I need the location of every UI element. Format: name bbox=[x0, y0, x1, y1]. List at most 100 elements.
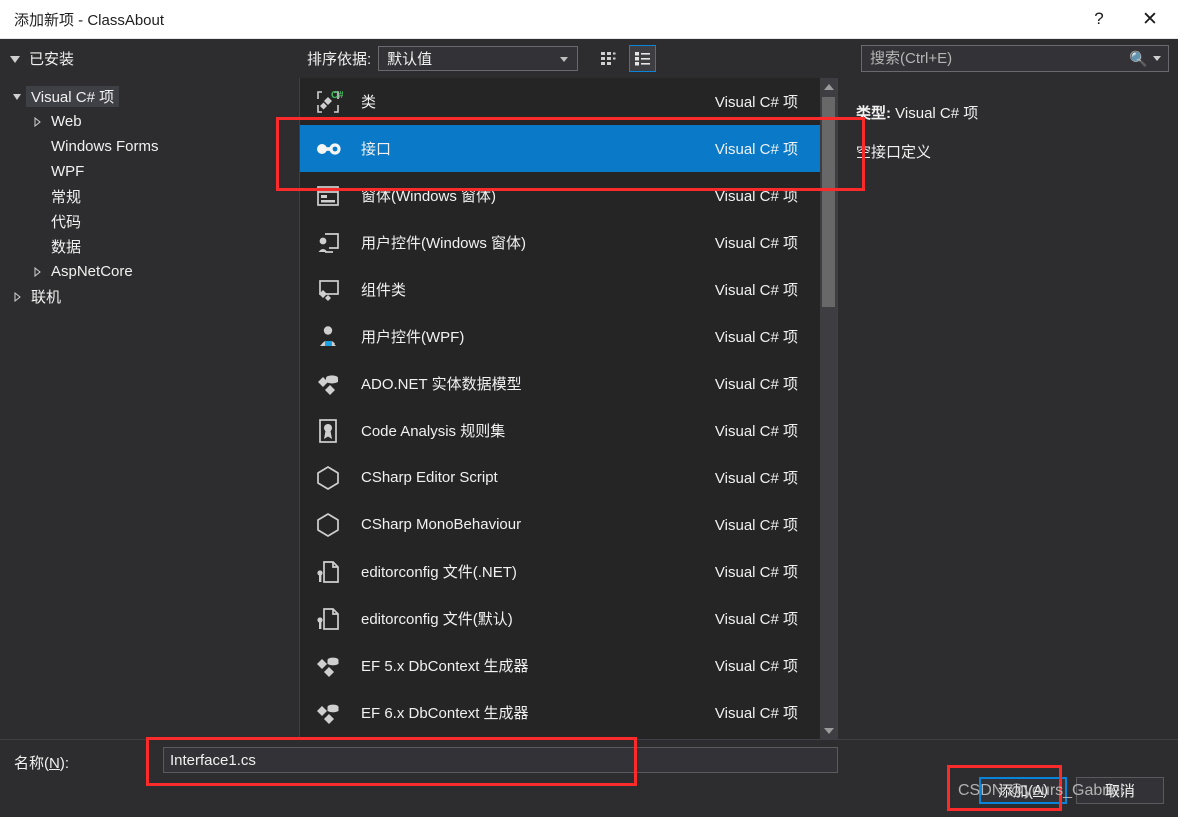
search-box[interactable]: 🔍 bbox=[861, 45, 1169, 72]
expander-collapsed-icon[interactable] bbox=[8, 291, 26, 302]
sort-by-label: 排序依据: bbox=[307, 51, 372, 68]
template-item-kind: Visual C# 项 bbox=[714, 658, 798, 675]
grid-view-button[interactable] bbox=[595, 45, 622, 72]
user-control-wpf-icon bbox=[310, 321, 346, 353]
tree-node[interactable]: 联机 bbox=[0, 284, 299, 309]
tree-node[interactable]: Web bbox=[0, 109, 299, 134]
caret-down-icon bbox=[823, 727, 834, 734]
template-item-kind: Visual C# 项 bbox=[714, 329, 798, 346]
template-list-item[interactable]: CSharp MonoBehaviour Visual C# 项 bbox=[300, 501, 820, 548]
view-toggle-group bbox=[595, 45, 657, 72]
template-item-name: ADO.NET 实体数据模型 bbox=[361, 376, 522, 393]
details-panel: 类型: Visual C# 项 空接口定义 bbox=[838, 78, 1178, 739]
template-item-kind: Visual C# 项 bbox=[714, 470, 798, 487]
interface-icon bbox=[310, 133, 346, 165]
template-list-item[interactable]: ADO.NET 实体数据模型 Visual C# 项 bbox=[300, 360, 820, 407]
search-icon[interactable]: 🔍 bbox=[1127, 50, 1151, 68]
chevron-down-icon[interactable] bbox=[1153, 56, 1161, 61]
template-item-name: 接口 bbox=[361, 141, 392, 158]
dialog-body: Visual C# 项 Web Windows Forms WPF 常规 代码 数据 AspN… bbox=[0, 78, 1178, 739]
tree-node-label: Windows Forms bbox=[51, 138, 159, 155]
template-item-kind: Visual C# 项 bbox=[714, 611, 798, 628]
search-input[interactable] bbox=[862, 50, 1128, 67]
tree-node[interactable]: Visual C# 项 bbox=[0, 84, 299, 109]
template-list-item[interactable]: editorconfig 文件(.NET) Visual C# 项 bbox=[300, 548, 820, 595]
dialog-title: 添加新项 - ClassAbout bbox=[14, 11, 165, 29]
template-list-item[interactable]: editorconfig 文件(默认) Visual C# 项 bbox=[300, 595, 820, 642]
scroll-down-button[interactable] bbox=[820, 722, 837, 739]
template-list-panel: C# 类 Visual C# 项接口 Visual C# 项窗体(Windows 窗体… bbox=[300, 78, 838, 739]
tree-node[interactable]: AspNetCore bbox=[0, 259, 299, 284]
template-list-item[interactable]: 用户控件(WPF) Visual C# 项 bbox=[300, 313, 820, 360]
template-list-item[interactable]: EF 5.x DbContext 生成器 Visual C# 项 bbox=[300, 642, 820, 689]
add-button-suffix: ) bbox=[1043, 782, 1048, 799]
class-csharp-icon: C# bbox=[310, 86, 346, 118]
caret-up-icon bbox=[823, 83, 834, 90]
template-item-name: 用户控件(WPF) bbox=[361, 329, 465, 346]
template-list-item[interactable]: EF 6.x DbContext 生成器 Visual C# 项 bbox=[300, 689, 820, 736]
template-list-item[interactable]: C# 类 Visual C# 项 bbox=[300, 78, 820, 125]
template-item-kind: Visual C# 项 bbox=[714, 94, 798, 111]
template-item-kind: Visual C# 项 bbox=[714, 705, 798, 722]
grid-view-icon bbox=[601, 52, 616, 65]
list-scrollbar[interactable] bbox=[820, 78, 837, 739]
expander-collapsed-icon[interactable] bbox=[28, 116, 46, 127]
details-type-value: Visual C# 项 bbox=[895, 105, 979, 122]
toolbar: 已安装 排序依据: 默认值 搜索(Ctrl+E) 🔍 bbox=[0, 39, 1178, 78]
installed-header[interactable]: 已安装 bbox=[0, 48, 300, 69]
template-list-item[interactable]: Code Analysis 规则集 Visual C# 项 bbox=[300, 407, 820, 454]
tree-node[interactable]: 代码 bbox=[0, 209, 299, 234]
cancel-button[interactable]: 取消 bbox=[1076, 777, 1164, 804]
cube-icon bbox=[310, 462, 346, 494]
template-item-name: editorconfig 文件(.NET) bbox=[361, 564, 517, 581]
template-item-kind: Visual C# 项 bbox=[714, 376, 798, 393]
tree-node-label: Visual C# 项 bbox=[26, 86, 120, 107]
windows-form-icon bbox=[310, 180, 346, 212]
close-button[interactable]: ✕ bbox=[1122, 0, 1178, 39]
template-list: C# 类 Visual C# 项接口 Visual C# 项窗体(Windows 窗体… bbox=[300, 78, 820, 739]
name-label: 名称(N): bbox=[14, 752, 69, 773]
template-list-item[interactable]: 组件类 Visual C# 项 bbox=[300, 266, 820, 313]
template-list-item[interactable]: 接口 Visual C# 项 bbox=[300, 125, 820, 172]
template-item-name: EF 6.x DbContext 生成器 bbox=[361, 705, 529, 722]
template-item-name: Code Analysis 规则集 bbox=[361, 423, 506, 440]
details-type-line: 类型: Visual C# 项 bbox=[856, 102, 1160, 123]
template-item-name: 用户控件(Windows 窗体) bbox=[361, 235, 527, 252]
tree-node[interactable]: WPF bbox=[0, 159, 299, 184]
template-item-name: 窗体(Windows 窗体) bbox=[361, 188, 497, 205]
tree-node-label: WPF bbox=[51, 163, 85, 180]
sort-by-dropdown[interactable]: 默认值 bbox=[378, 46, 579, 71]
tree-node-label: 联机 bbox=[31, 289, 62, 306]
footer-button-row: 添加(A) 取消 bbox=[979, 777, 1164, 804]
template-item-kind: Visual C# 项 bbox=[714, 141, 798, 158]
tree-node[interactable]: Windows Forms bbox=[0, 134, 299, 159]
scroll-up-button[interactable] bbox=[820, 78, 837, 95]
add-button[interactable]: 添加(A) bbox=[979, 777, 1067, 804]
editorconfig-file-icon bbox=[310, 556, 346, 588]
ruleset-icon bbox=[310, 415, 346, 447]
template-list-item[interactable]: 用户控件(Windows 窗体) Visual C# 项 bbox=[300, 219, 820, 266]
scrollbar-track[interactable] bbox=[820, 95, 837, 722]
scrollbar-thumb[interactable] bbox=[822, 97, 835, 307]
template-item-kind: Visual C# 项 bbox=[714, 188, 798, 205]
component-class-icon bbox=[310, 274, 346, 306]
tree-node-label: 代码 bbox=[51, 214, 82, 231]
expander-expanded-icon[interactable] bbox=[8, 92, 26, 102]
dialog-footer: 名称(N): 添加(A) 取消 bbox=[0, 739, 1178, 817]
tree-node[interactable]: 数据 bbox=[0, 234, 299, 259]
list-view-button[interactable] bbox=[629, 45, 657, 72]
name-label-key: N bbox=[49, 755, 60, 772]
details-description: 空接口定义 bbox=[856, 144, 932, 161]
name-input[interactable] bbox=[163, 747, 838, 773]
template-list-item[interactable]: 窗体(Windows 窗体) Visual C# 项 bbox=[300, 172, 820, 219]
template-item-name: CSharp Editor Script bbox=[361, 469, 498, 486]
template-list-item[interactable]: CSharp Editor Script Visual C# 项 bbox=[300, 454, 820, 501]
name-label-prefix: 名称( bbox=[14, 755, 49, 772]
tree-node-label: 数据 bbox=[51, 239, 82, 256]
help-button[interactable]: ? bbox=[1076, 0, 1122, 39]
add-button-prefix: 添加( bbox=[997, 783, 1033, 800]
add-button-key: A bbox=[1032, 782, 1043, 799]
tree-node[interactable]: 常规 bbox=[0, 184, 299, 209]
editorconfig-file-icon bbox=[310, 603, 346, 635]
expander-collapsed-icon[interactable] bbox=[28, 266, 46, 277]
